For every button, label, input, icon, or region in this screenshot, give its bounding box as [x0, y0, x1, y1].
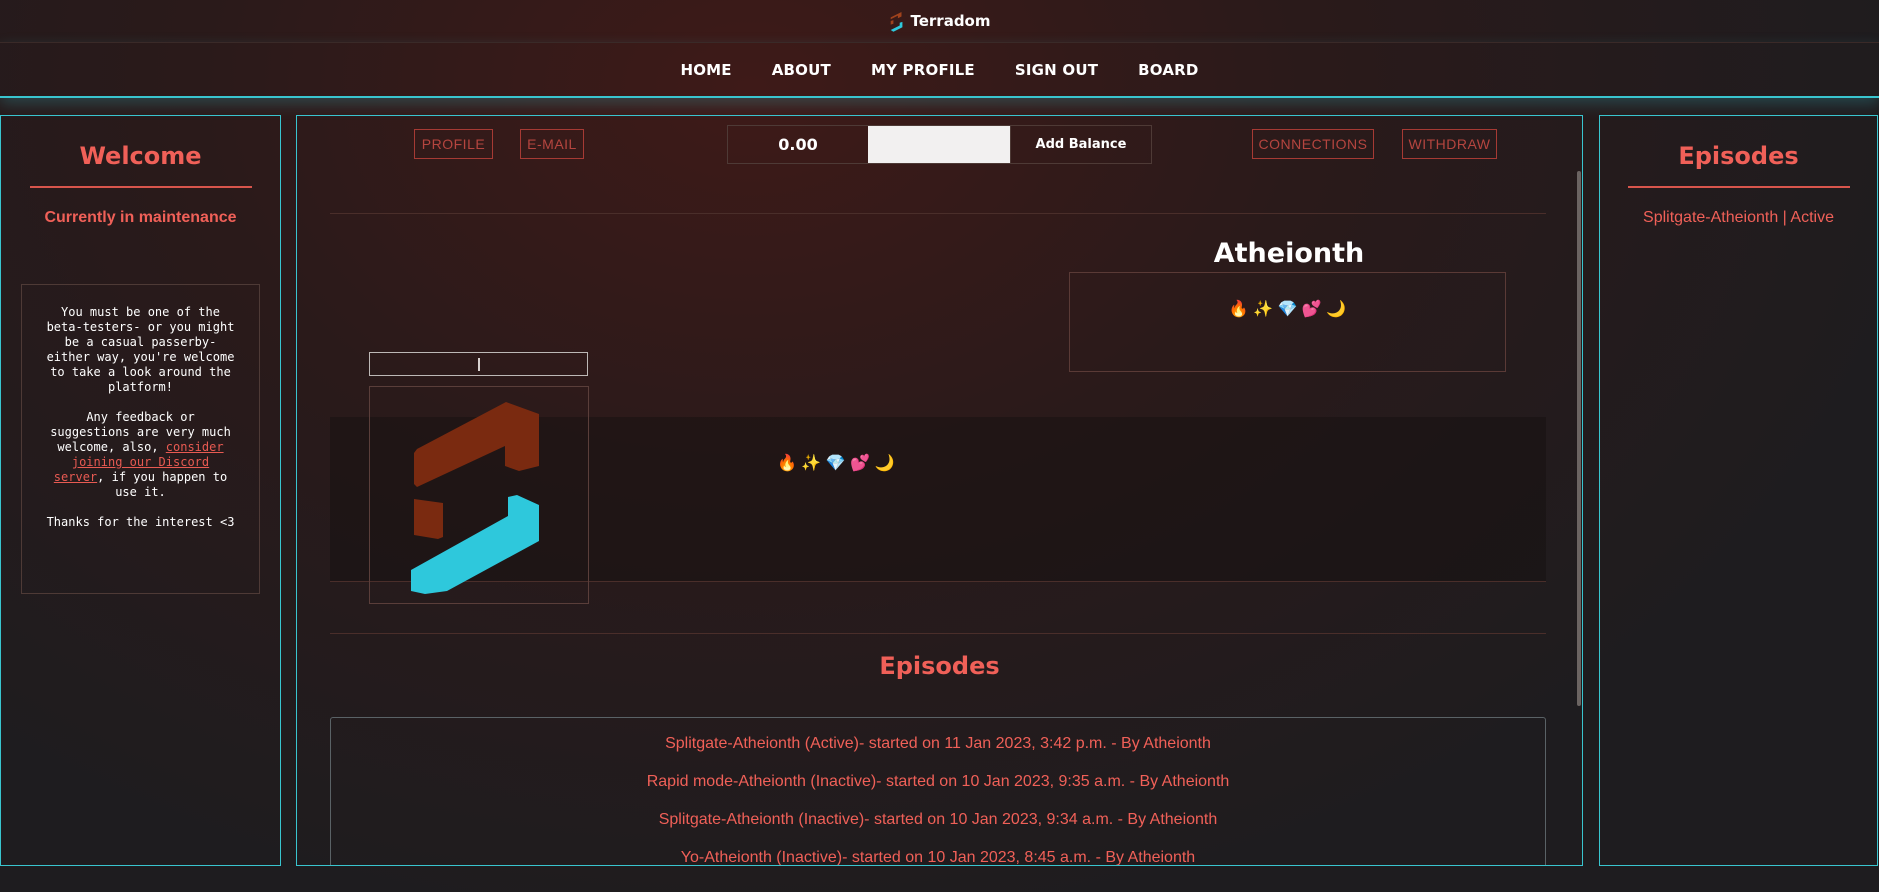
nav-about[interactable]: ABOUT	[772, 61, 831, 79]
balance-group: 0.00 Add Balance	[727, 125, 1152, 164]
notice-paragraph-3: Thanks for the interest <3	[46, 515, 235, 529]
divider	[330, 633, 1546, 634]
bio-text: 🔥 ✨ 💎 💕 🌙	[1228, 301, 1347, 318]
active-episode-link[interactable]: Splitgate-Atheionth | Active	[1600, 209, 1877, 227]
text-caret	[477, 357, 480, 371]
avatar[interactable]	[369, 386, 589, 604]
app-root: Terradom HOME ABOUT MY PROFILE SIGN OUT …	[0, 0, 1879, 892]
notice-paragraph-2: Any feedback or suggestions are very muc…	[44, 410, 237, 500]
notice-paragraph-1: You must be one of the beta-testers- or …	[46, 305, 235, 394]
maintenance-notice: Currently in maintenance	[44, 209, 237, 226]
balance-value: 0.00	[778, 135, 818, 154]
welcome-panel: Welcome Currently in maintenance You mus…	[0, 115, 281, 866]
terradom-logo-icon[interactable]	[888, 9, 906, 33]
episodes-panel: Episodes Splitgate-Atheionth | Active	[1599, 115, 1878, 866]
nav-my-profile[interactable]: MY PROFILE	[871, 61, 975, 79]
beta-notice-box: You must be one of the beta-testers- or …	[21, 284, 260, 594]
notice-p2-after: , if you happen to use it.	[97, 470, 228, 499]
nav-board[interactable]: BOARD	[1138, 61, 1198, 79]
episodes-list: Splitgate-Atheionth (Active)- started on…	[330, 717, 1546, 865]
main-nav: HOME ABOUT MY PROFILE SIGN OUT BOARD	[0, 42, 1879, 98]
main-scrollbar[interactable]	[1577, 171, 1581, 706]
profile-username: Atheionth	[1213, 238, 1365, 269]
welcome-divider	[29, 186, 252, 188]
balance-amount-input[interactable]	[868, 126, 1010, 163]
profile-main: PROFILE E-MAIL 0.00 Add Balance CONNECTI…	[296, 115, 1583, 866]
withdraw-button[interactable]: WITHDRAW	[1402, 129, 1497, 159]
nav-sign-out[interactable]: SIGN OUT	[1015, 61, 1098, 79]
add-balance-button[interactable]: Add Balance	[1010, 126, 1151, 163]
profile-button[interactable]: PROFILE	[414, 129, 493, 159]
divider	[330, 213, 1546, 214]
episodes-panel-title: Episodes	[1678, 142, 1799, 170]
email-button[interactable]: E-MAIL	[520, 129, 584, 159]
profile-status: 🔥 ✨ 💎 💕 🌙	[777, 455, 895, 472]
episodes-section-title: Episodes	[879, 652, 1000, 680]
terradom-logo-icon	[411, 402, 539, 594]
welcome-title: Welcome	[79, 142, 202, 170]
nav-home[interactable]: HOME	[680, 61, 731, 79]
connections-button[interactable]: CONNECTIONS	[1252, 129, 1374, 159]
episode-item[interactable]: Splitgate-Atheionth (Inactive)- started …	[331, 801, 1545, 839]
episode-item[interactable]: Splitgate-Atheionth (Active)- started on…	[331, 725, 1545, 763]
episode-item[interactable]: Rapid mode-Atheionth (Inactive)- started…	[331, 763, 1545, 801]
brand-name[interactable]: Terradom	[910, 12, 990, 30]
profile-bio: 🔥 ✨ 💎 💕 🌙	[1069, 272, 1506, 372]
avatar-upload-input[interactable]	[369, 352, 588, 376]
episode-item[interactable]: Yo-Atheionth (Inactive)- started on 10 J…	[331, 839, 1545, 865]
brand-bar: Terradom	[0, 0, 1879, 42]
episodes-panel-divider	[1627, 186, 1850, 188]
